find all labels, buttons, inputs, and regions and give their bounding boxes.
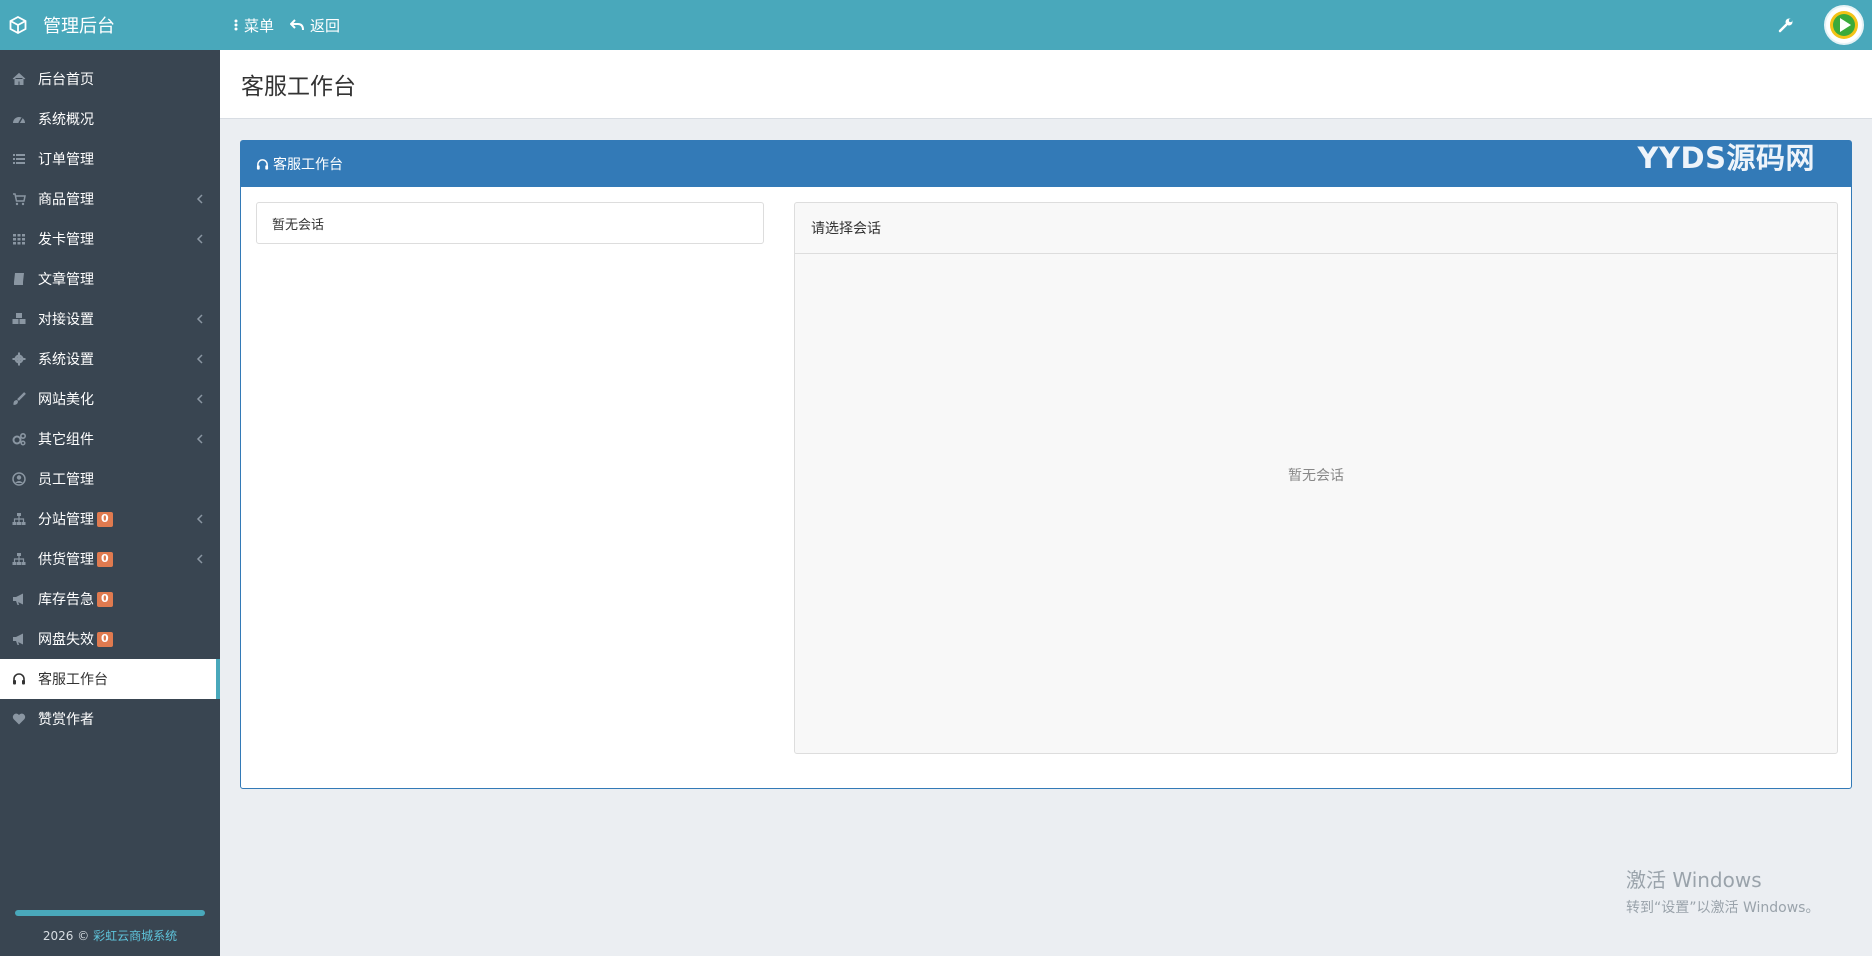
chat-header: 请选择会话 xyxy=(795,203,1837,254)
sidebar-item-overview[interactable]: 系统概况 xyxy=(0,99,220,139)
sidebar-footer: 2026 © 彩虹云商城系统 xyxy=(0,927,220,944)
count-badge: 0 xyxy=(97,591,113,607)
sidebar-item-label: 对接设置 xyxy=(38,312,94,328)
sidebar-item-label: 后台首页 xyxy=(38,72,94,88)
sidebar-progress-bar xyxy=(15,910,205,916)
list-icon xyxy=(12,152,26,166)
sidebar-item-label: 赞赏作者 xyxy=(38,712,94,728)
windows-activation-watermark: 激活 Windows 转到“设置”以激活 Windows。 xyxy=(1626,864,1819,917)
chat-window: 请选择会话 暂无会话 xyxy=(794,202,1838,754)
sidebar-item-label: 商品管理 xyxy=(38,192,94,208)
chevron-left-icon xyxy=(196,354,203,364)
session-empty-text: 暂无会话 xyxy=(272,217,325,233)
sidebar-item-customer-service[interactable]: 客服工作台 xyxy=(0,659,220,699)
footer-link[interactable]: 彩虹云商城系统 xyxy=(93,929,177,943)
sidebar-item-label: 库存告急 xyxy=(38,592,94,608)
sidebar-item-substations[interactable]: 分站管理 0 xyxy=(0,499,220,539)
dashboard-icon xyxy=(12,112,26,126)
bullhorn-icon xyxy=(12,632,26,646)
chevron-left-icon xyxy=(196,234,203,244)
cube-icon xyxy=(9,16,27,34)
content-header: 客服工作台 xyxy=(220,50,1872,119)
cogs-icon xyxy=(12,432,26,446)
sidebar-item-label: 订单管理 xyxy=(38,152,94,168)
sidebar-item-label: 客服工作台 xyxy=(38,672,108,688)
top-navbar: 管理后台 菜单 返回 xyxy=(0,0,1872,50)
grid-icon xyxy=(12,232,26,246)
play-logo-icon xyxy=(1830,11,1858,39)
menu-toggle-button[interactable]: 菜单 xyxy=(234,15,274,36)
footer-copyright: 2026 © xyxy=(42,929,90,943)
back-label: 返回 xyxy=(310,16,341,35)
sidebar-item-label: 网站美化 xyxy=(38,392,94,408)
sidebar-item-products[interactable]: 商品管理 xyxy=(0,179,220,219)
sidebar-item-label: 文章管理 xyxy=(38,272,94,288)
sidebar-item-components[interactable]: 其它组件 xyxy=(0,419,220,459)
menu-label: 菜单 xyxy=(244,16,275,35)
sidebar-item-cards[interactable]: 发卡管理 xyxy=(0,219,220,259)
brush-icon xyxy=(12,392,26,406)
sidebar-item-beautify[interactable]: 网站美化 xyxy=(0,379,220,419)
sidebar-item-integration[interactable]: 对接设置 xyxy=(0,299,220,339)
chevron-left-icon xyxy=(196,394,203,404)
count-badge: 0 xyxy=(97,551,113,567)
headphones-icon xyxy=(256,158,269,170)
watermark-logo: YYDS源码网 xyxy=(1637,141,1815,175)
sidebar-item-netdisk-invalid[interactable]: 网盘失效 0 xyxy=(0,619,220,659)
sidebar: 后台首页 系统概况 订单管理 商品管理 发卡管理 文章管理 对接设置 系统设置 … xyxy=(0,50,220,956)
sidebar-item-orders[interactable]: 订单管理 xyxy=(0,139,220,179)
panel-title: 客服工作台 xyxy=(273,157,343,173)
sidebar-menu: 后台首页 系统概况 订单管理 商品管理 发卡管理 文章管理 对接设置 系统设置 … xyxy=(0,50,220,739)
sidebar-item-label: 其它组件 xyxy=(38,432,94,448)
customer-service-panel: 客服工作台 YYDS源码网 暂无会话 请选择会话 暂无会话 xyxy=(240,140,1852,789)
chevron-left-icon xyxy=(196,554,203,564)
chevron-left-icon xyxy=(196,514,203,524)
cubes-icon xyxy=(12,312,26,326)
chat-header-title: 请选择会话 xyxy=(811,221,881,237)
activation-subtitle: 转到“设置”以激活 Windows。 xyxy=(1626,900,1820,916)
reply-icon xyxy=(290,19,305,31)
home-icon xyxy=(12,72,26,86)
book-icon xyxy=(12,272,26,286)
chat-empty-text: 暂无会话 xyxy=(1288,468,1344,484)
wrench-icon[interactable] xyxy=(1778,17,1794,33)
sidebar-item-label: 发卡管理 xyxy=(38,232,94,248)
count-badge: 0 xyxy=(97,631,113,647)
sidebar-item-label: 分站管理 xyxy=(38,512,94,528)
sidebar-item-staff[interactable]: 员工管理 xyxy=(0,459,220,499)
brand-title: 管理后台 xyxy=(43,16,115,37)
panel-heading: 客服工作台 YYDS源码网 xyxy=(241,141,1851,187)
sidebar-item-label: 员工管理 xyxy=(38,472,94,488)
sidebar-item-stock-alert[interactable]: 库存告急 0 xyxy=(0,579,220,619)
sidebar-item-donate[interactable]: 赞赏作者 xyxy=(0,699,220,739)
sitemap-icon xyxy=(12,552,26,566)
chevron-left-icon xyxy=(196,434,203,444)
chevron-left-icon xyxy=(196,194,203,204)
back-button[interactable]: 返回 xyxy=(290,15,340,36)
ellipsis-vertical-icon xyxy=(234,19,238,31)
user-circle-icon xyxy=(12,472,26,486)
page-title: 客服工作台 xyxy=(241,74,356,100)
sidebar-item-system-settings[interactable]: 系统设置 xyxy=(0,339,220,379)
sidebar-item-supply[interactable]: 供货管理 0 xyxy=(0,539,220,579)
gear-icon xyxy=(12,352,26,366)
sidebar-item-label: 系统概况 xyxy=(38,112,94,128)
sidebar-item-label: 供货管理 xyxy=(38,552,94,568)
count-badge: 0 xyxy=(97,511,113,527)
sidebar-item-label: 网盘失效 xyxy=(38,632,94,648)
avatar[interactable] xyxy=(1824,5,1864,45)
sidebar-item-label: 系统设置 xyxy=(38,352,94,368)
heart-icon xyxy=(12,712,26,726)
session-list[interactable]: 暂无会话 xyxy=(256,202,764,244)
bullhorn-icon xyxy=(12,592,26,606)
activation-title: 激活 Windows xyxy=(1626,868,1762,892)
brand[interactable]: 管理后台 xyxy=(0,0,220,50)
headphones-icon xyxy=(12,672,26,686)
sitemap-icon xyxy=(12,512,26,526)
sidebar-item-home[interactable]: 后台首页 xyxy=(0,59,220,99)
sidebar-item-articles[interactable]: 文章管理 xyxy=(0,259,220,299)
cart-icon xyxy=(12,192,26,206)
chevron-left-icon xyxy=(196,314,203,324)
